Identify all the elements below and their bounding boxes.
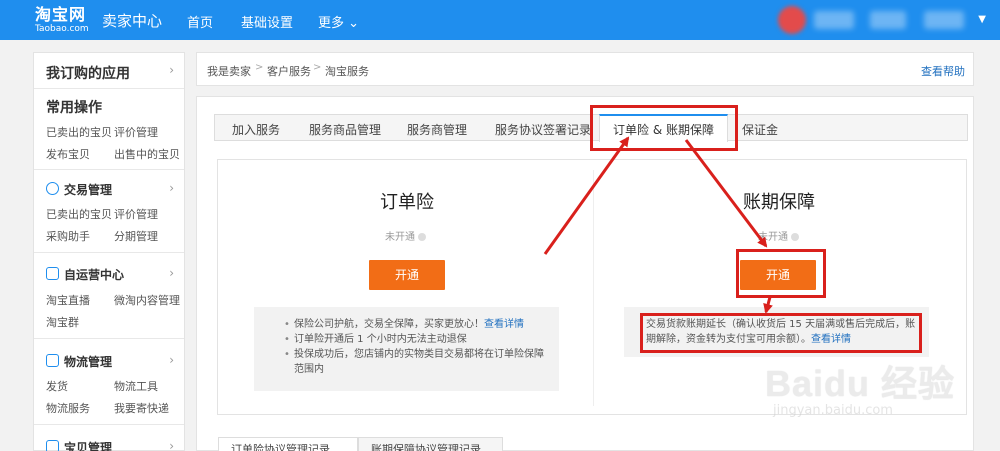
sidebar-link[interactable]: 评价管理 xyxy=(114,206,158,222)
tab-payment-protection-records[interactable]: 账期保障协议管理记录 xyxy=(358,437,503,451)
sidebar-link[interactable]: 淘宝直播 xyxy=(46,292,90,308)
sidebar-group-items[interactable]: 宝贝管理 xyxy=(64,439,112,451)
info-item: 投保成功后，您店铺内的实物类目交易都将在订单险保障范围内 xyxy=(284,347,549,377)
tab-join-service[interactable]: 加入服务 xyxy=(232,121,280,138)
sidebar-link[interactable]: 分期管理 xyxy=(114,228,158,244)
divider xyxy=(34,169,184,170)
chevron-right-icon[interactable]: › xyxy=(169,181,174,195)
watermark-logo: Baidu 经验 xyxy=(765,363,956,404)
order-insurance-open-button[interactable]: 开通 xyxy=(369,260,445,290)
chevron-right-icon: > xyxy=(313,62,322,73)
sidebar-link[interactable]: 物流工具 xyxy=(114,378,158,394)
tab-agreement-records[interactable]: 服务协议签署记录 xyxy=(495,121,591,138)
sidebar-link[interactable]: 发布宝贝 xyxy=(46,146,90,162)
blurred-user-info xyxy=(814,11,854,29)
tab-provider-management[interactable]: 服务商管理 xyxy=(407,121,467,138)
sidebar-my-apps[interactable]: 我订购的应用 xyxy=(46,63,130,83)
sidebar-link[interactable]: 已卖出的宝贝 xyxy=(46,124,112,140)
sidebar: 我订购的应用 › 常用操作 已卖出的宝贝 评价管理 发布宝贝 出售中的宝贝 交易… xyxy=(33,52,185,451)
chevron-right-icon[interactable]: › xyxy=(169,439,174,451)
trade-icon xyxy=(46,182,59,195)
tab-deposit[interactable]: 保证金 xyxy=(742,121,778,138)
chevron-right-icon[interactable]: › xyxy=(169,266,174,280)
order-insurance-title: 订单险 xyxy=(380,192,434,213)
nav-basic-settings[interactable]: 基础设置 xyxy=(241,12,293,31)
highlight-tab-box xyxy=(590,105,738,151)
highlight-button-box xyxy=(736,249,826,298)
seller-center-title[interactable]: 卖家中心 xyxy=(102,10,162,31)
item-icon xyxy=(46,440,59,451)
status-dot-icon xyxy=(418,233,426,241)
caret-down-icon[interactable]: ▼ xyxy=(978,14,986,25)
sidebar-link[interactable]: 淘宝群 xyxy=(46,314,79,330)
help-link[interactable]: 查看帮助 xyxy=(921,63,965,79)
sidebar-group-logistics[interactable]: 物流管理 xyxy=(64,353,112,370)
box-icon xyxy=(46,354,59,367)
order-insurance-info: 保险公司护航，交易全保障，买家更放心！查看详情 订单险开通后 1 个小时内无法主… xyxy=(254,307,559,391)
status-text: 未开通 xyxy=(385,232,415,243)
nav-home[interactable]: 首页 xyxy=(187,12,213,31)
order-insurance-status: 未开通 xyxy=(385,228,426,243)
divider xyxy=(34,338,184,339)
divider xyxy=(34,88,184,89)
sidebar-link[interactable]: 物流服务 xyxy=(46,400,90,416)
sidebar-link[interactable]: 已卖出的宝贝 xyxy=(46,206,112,222)
sidebar-link[interactable]: 评价管理 xyxy=(114,124,158,140)
sidebar-link[interactable]: 出售中的宝贝 xyxy=(114,146,180,162)
taobao-logo[interactable]: 淘宝网 Taobao.com xyxy=(35,5,95,35)
breadcrumb: 我是卖家 > 客户服务 > 淘宝服务 查看帮助 xyxy=(196,52,974,86)
sidebar-link[interactable]: 采购助手 xyxy=(46,228,90,244)
view-details-link[interactable]: 查看详情 xyxy=(484,319,524,330)
status-text: 未开通 xyxy=(758,232,788,243)
sidebar-link[interactable]: 发货 xyxy=(46,378,68,394)
breadcrumb-item[interactable]: 我是卖家 xyxy=(207,63,251,79)
breadcrumb-item: 淘宝服务 xyxy=(325,65,369,78)
watermark-url: jingyan.baidu.com xyxy=(773,403,893,418)
info-item: 订单险开通后 1 个小时内无法主动退保 xyxy=(284,332,549,347)
breadcrumb-item[interactable]: 客户服务 xyxy=(267,63,311,79)
logo-text: 淘宝网 xyxy=(35,5,87,24)
bottom-tabs: 订单险协议管理记录 账期保障协议管理记录 xyxy=(218,437,503,451)
info-item: 保险公司护航，交易全保障，买家更放心！查看详情 xyxy=(284,317,549,332)
payment-protection-title: 账期保障 xyxy=(743,192,815,213)
highlight-info-box xyxy=(640,313,922,353)
avatar[interactable] xyxy=(778,6,806,34)
tab-service-goods[interactable]: 服务商品管理 xyxy=(309,121,381,138)
status-dot-icon xyxy=(791,233,799,241)
info-text: 保险公司护航，交易全保障，买家更放心！ xyxy=(294,319,484,330)
blurred-user-info xyxy=(924,11,964,29)
divider xyxy=(593,170,594,406)
top-bar: 淘宝网 Taobao.com 卖家中心 首页 基础设置 更多 ⌄ ▼ xyxy=(0,0,1000,40)
payment-protection-status: 未开通 xyxy=(758,228,799,243)
chevron-right-icon: > xyxy=(255,62,264,73)
nav-more[interactable]: 更多 ⌄ xyxy=(318,12,359,31)
divider xyxy=(34,424,184,425)
chevron-right-icon[interactable]: › xyxy=(169,353,174,367)
tab-order-insurance-records[interactable]: 订单险协议管理记录 xyxy=(218,437,358,451)
user-area[interactable]: ▼ xyxy=(778,6,990,34)
sidebar-link[interactable]: 微淘内容管理 xyxy=(114,292,180,308)
sidebar-link[interactable]: 我要寄快递 xyxy=(114,400,169,416)
logo-subtext: Taobao.com xyxy=(35,24,89,34)
sidebar-common-ops: 常用操作 xyxy=(46,100,102,116)
sidebar-group-trade[interactable]: 交易管理 xyxy=(64,181,112,198)
chevron-right-icon[interactable]: › xyxy=(169,63,174,77)
divider xyxy=(34,252,184,253)
blurred-user-info xyxy=(870,11,906,29)
baidu-watermark: Baidu 经验 jingyan.baidu.com xyxy=(765,355,985,445)
sidebar-group-self-operation[interactable]: 自运营中心 xyxy=(64,266,124,283)
chat-icon xyxy=(46,267,59,280)
